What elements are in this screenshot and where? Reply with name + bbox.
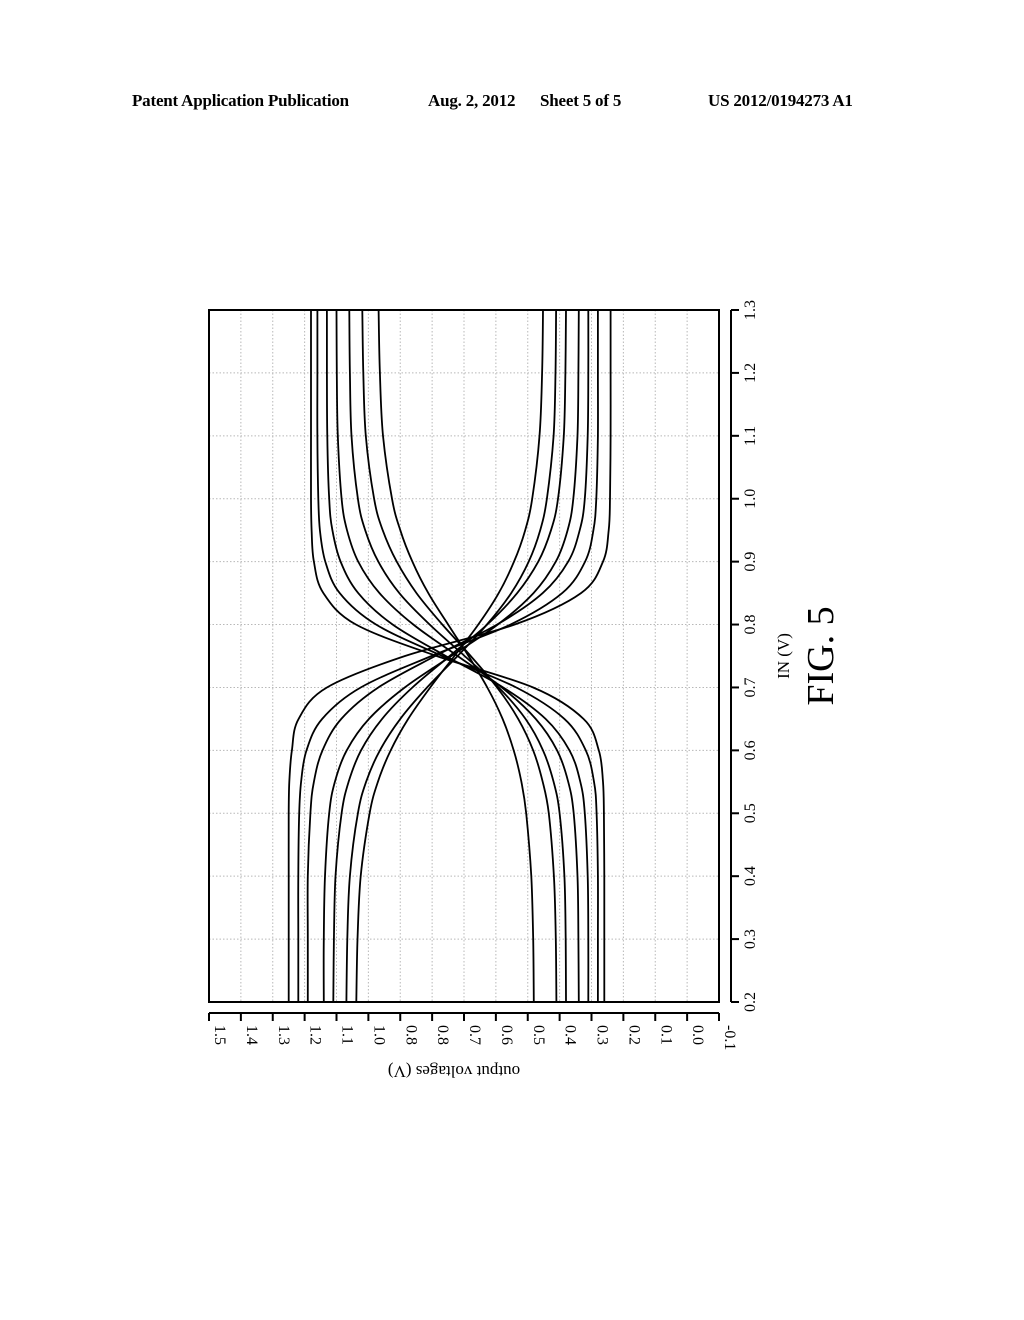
voltage-tick-label: -0.1 [721, 1025, 738, 1050]
voltage-tick-label: 1.4 [243, 1025, 260, 1045]
voltage-tick-label: 0.4 [562, 1025, 579, 1045]
in-tick-label: 0.3 [742, 929, 759, 949]
voltage-tick-label: 1.3 [275, 1025, 292, 1045]
voltage-tick-label: 0.6 [498, 1025, 515, 1045]
in-tick-label: 1.3 [742, 300, 759, 320]
in-tick-label: 0.8 [742, 615, 759, 635]
in-tick-label: 1.0 [742, 489, 759, 509]
curve-falling-2 [297, 310, 599, 1002]
in-axis-title: IN (V) [774, 633, 793, 679]
labels: 1.5 1.4 1.3 1.2 1.1 1.0 0.8 0.8 0.7 0.6 0.5 0.4 0.3 0… [211, 300, 842, 1081]
in-tick-label: 0.6 [742, 740, 759, 760]
figure-label: FIG. 5 [800, 606, 842, 705]
voltage-tick-label: 0.7 [466, 1025, 483, 1045]
in-tick-label: 0.2 [742, 992, 759, 1012]
voltage-tick-label: 0.0 [689, 1025, 706, 1045]
voltage-tick-label: 0.8 [434, 1025, 451, 1045]
in-tick-label: 0.9 [742, 552, 759, 572]
in-tick-label: 1.1 [742, 426, 759, 446]
voltage-tick-label: 0.2 [625, 1025, 642, 1045]
voltage-tick-label: 0.3 [594, 1025, 611, 1045]
chart: 1.5 1.4 1.3 1.2 1.1 1.0 0.8 0.8 0.7 0.6 0.5 0.4 0.3 0… [208, 300, 842, 1081]
curve-rising-4 [335, 309, 580, 1003]
voltage-tick-label: 0.8 [402, 1025, 419, 1045]
voltage-tick-label: 1.0 [370, 1025, 387, 1045]
voltage-tick-label: 1.1 [339, 1025, 356, 1045]
voltage-tick-label: 0.1 [657, 1025, 674, 1045]
in-tick-label: 0.7 [742, 677, 759, 697]
voltage-tick-label: 1.2 [307, 1025, 324, 1045]
in-tick-label: 1.2 [742, 363, 759, 383]
voltage-tick-label: 1.5 [211, 1025, 228, 1045]
voltage-axis-title: output voltages (V) [388, 1062, 520, 1081]
in-tick-label: 0.5 [742, 803, 759, 823]
in-tick-label: 0.4 [742, 866, 759, 886]
voltage-tick-label: 0.5 [530, 1025, 547, 1045]
